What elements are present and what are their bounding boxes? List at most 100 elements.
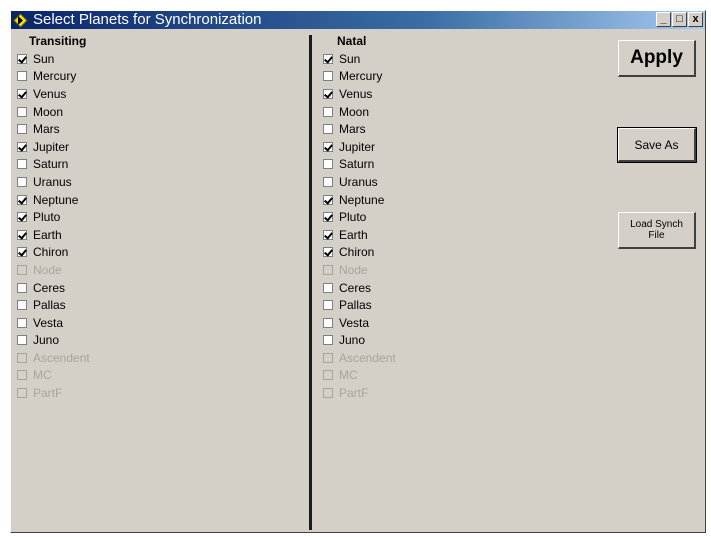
transiting-checkbox-partf [17, 388, 27, 399]
natal-column: Natal Sun Mercury Venus Moon Mars Jupiter Satu… [315, 33, 605, 402]
natal-checkbox-ceres[interactable] [323, 282, 333, 293]
natal-item-mars[interactable]: Mars [315, 120, 605, 138]
natal-item-earth[interactable]: Earth [315, 226, 605, 244]
transiting-item-moon[interactable]: Moon [11, 103, 309, 121]
natal-item-node: Node [315, 261, 605, 279]
natal-checkbox-pluto[interactable] [323, 212, 333, 223]
natal-checkbox-moon[interactable] [323, 106, 333, 117]
transiting-item-chiron[interactable]: Chiron [11, 244, 309, 262]
title-bar[interactable]: Select Planets for Synchronization _ □ x [11, 11, 705, 29]
transiting-item-label: MC [33, 368, 52, 383]
transiting-checkbox-mars[interactable] [17, 124, 27, 135]
transiting-item-mercury[interactable]: Mercury [11, 68, 309, 86]
transiting-checkbox-neptune[interactable] [17, 194, 27, 205]
transiting-checkbox-vesta[interactable] [17, 317, 27, 328]
natal-item-ascendent: Ascendent [315, 349, 605, 367]
transiting-item-node: Node [11, 261, 309, 279]
natal-item-sun[interactable]: Sun [315, 50, 605, 68]
natal-item-pallas[interactable]: Pallas [315, 296, 605, 314]
natal-checkbox-mercury[interactable] [323, 71, 333, 82]
natal-checkbox-pallas[interactable] [323, 300, 333, 311]
transiting-checkbox-jupiter[interactable] [17, 141, 27, 152]
transiting-item-earth[interactable]: Earth [11, 226, 309, 244]
natal-checkbox-venus[interactable] [323, 88, 333, 99]
natal-item-pluto[interactable]: Pluto [315, 208, 605, 226]
transiting-checkbox-saturn[interactable] [17, 159, 27, 170]
natal-item-label: Chiron [339, 245, 375, 260]
natal-checkbox-mc [323, 370, 333, 381]
natal-checkbox-mars[interactable] [323, 124, 333, 135]
natal-checkbox-uranus[interactable] [323, 176, 333, 187]
transiting-item-pluto[interactable]: Pluto [11, 208, 309, 226]
natal-item-vesta[interactable]: Vesta [315, 314, 605, 332]
natal-checkbox-partf [323, 388, 333, 399]
transiting-item-label: Chiron [33, 245, 69, 260]
natal-checkbox-saturn[interactable] [323, 159, 333, 170]
natal-item-label: Saturn [339, 157, 375, 172]
transiting-item-pallas[interactable]: Pallas [11, 296, 309, 314]
natal-checkbox-sun[interactable] [323, 53, 333, 64]
column-divider [309, 35, 312, 530]
natal-item-chiron[interactable]: Chiron [315, 244, 605, 262]
natal-checkbox-vesta[interactable] [323, 317, 333, 328]
transiting-checkbox-chiron[interactable] [17, 247, 27, 258]
transiting-item-label: PartF [33, 386, 63, 401]
natal-item-label: Uranus [339, 174, 378, 189]
transiting-checkbox-venus[interactable] [17, 88, 27, 99]
natal-checkbox-chiron[interactable] [323, 247, 333, 258]
apply-button[interactable]: Apply [618, 40, 696, 77]
transiting-item-mars[interactable]: Mars [11, 120, 309, 138]
transiting-checkbox-mercury[interactable] [17, 71, 27, 82]
transiting-item-jupiter[interactable]: Jupiter [11, 138, 309, 156]
natal-checkbox-neptune[interactable] [323, 194, 333, 205]
transiting-column: Transiting Sun Mercury Venus Moon Mars Jupite… [11, 33, 309, 402]
natal-checkbox-ascendent [323, 352, 333, 363]
transiting-item-label: Mars [33, 122, 60, 137]
transiting-item-ceres[interactable]: Ceres [11, 279, 309, 297]
transiting-checkbox-sun[interactable] [17, 53, 27, 64]
transiting-item-juno[interactable]: Juno [11, 332, 309, 350]
transiting-item-sun[interactable]: Sun [11, 50, 309, 68]
transiting-checkbox-juno[interactable] [17, 335, 27, 346]
transiting-item-label: Jupiter [33, 139, 70, 154]
natal-item-mercury[interactable]: Mercury [315, 68, 605, 86]
transiting-checkbox-pallas[interactable] [17, 300, 27, 311]
transiting-item-label: Vesta [33, 315, 64, 330]
natal-item-label: Node [339, 262, 368, 277]
transiting-checkbox-ascendent [17, 352, 27, 363]
natal-item-label: Ascendent [339, 350, 396, 365]
natal-item-venus[interactable]: Venus [315, 85, 605, 103]
natal-item-uranus[interactable]: Uranus [315, 173, 605, 191]
natal-item-neptune[interactable]: Neptune [315, 191, 605, 209]
natal-item-moon[interactable]: Moon [315, 103, 605, 121]
transiting-item-uranus[interactable]: Uranus [11, 173, 309, 191]
transiting-item-label: Saturn [33, 157, 69, 172]
natal-item-partf: PartF [315, 384, 605, 402]
transiting-item-vesta[interactable]: Vesta [11, 314, 309, 332]
transiting-item-label: Ceres [33, 280, 66, 295]
natal-checkbox-earth[interactable] [323, 229, 333, 240]
transiting-checkbox-ceres[interactable] [17, 282, 27, 293]
transiting-item-neptune[interactable]: Neptune [11, 191, 309, 209]
natal-item-juno[interactable]: Juno [315, 332, 605, 350]
transiting-item-label: Neptune [33, 192, 79, 207]
maximize-button[interactable]: □ [672, 12, 687, 27]
transiting-checkbox-moon[interactable] [17, 106, 27, 117]
natal-checkbox-jupiter[interactable] [323, 141, 333, 152]
load-synch-file-button[interactable]: Load Synch File [618, 212, 696, 249]
minimize-button[interactable]: _ [656, 12, 671, 27]
natal-checkbox-juno[interactable] [323, 335, 333, 346]
save-as-button[interactable]: Save As [617, 127, 697, 163]
natal-item-saturn[interactable]: Saturn [315, 156, 605, 174]
natal-item-ceres[interactable]: Ceres [315, 279, 605, 297]
natal-item-label: MC [339, 368, 358, 383]
transiting-checkbox-pluto[interactable] [17, 212, 27, 223]
transiting-item-saturn[interactable]: Saturn [11, 156, 309, 174]
transiting-item-label: Earth [33, 227, 62, 242]
transiting-item-label: Venus [33, 86, 67, 101]
transiting-checkbox-earth[interactable] [17, 229, 27, 240]
transiting-checkbox-uranus[interactable] [17, 176, 27, 187]
close-button[interactable]: x [688, 12, 703, 27]
transiting-item-venus[interactable]: Venus [11, 85, 309, 103]
natal-item-jupiter[interactable]: Jupiter [315, 138, 605, 156]
